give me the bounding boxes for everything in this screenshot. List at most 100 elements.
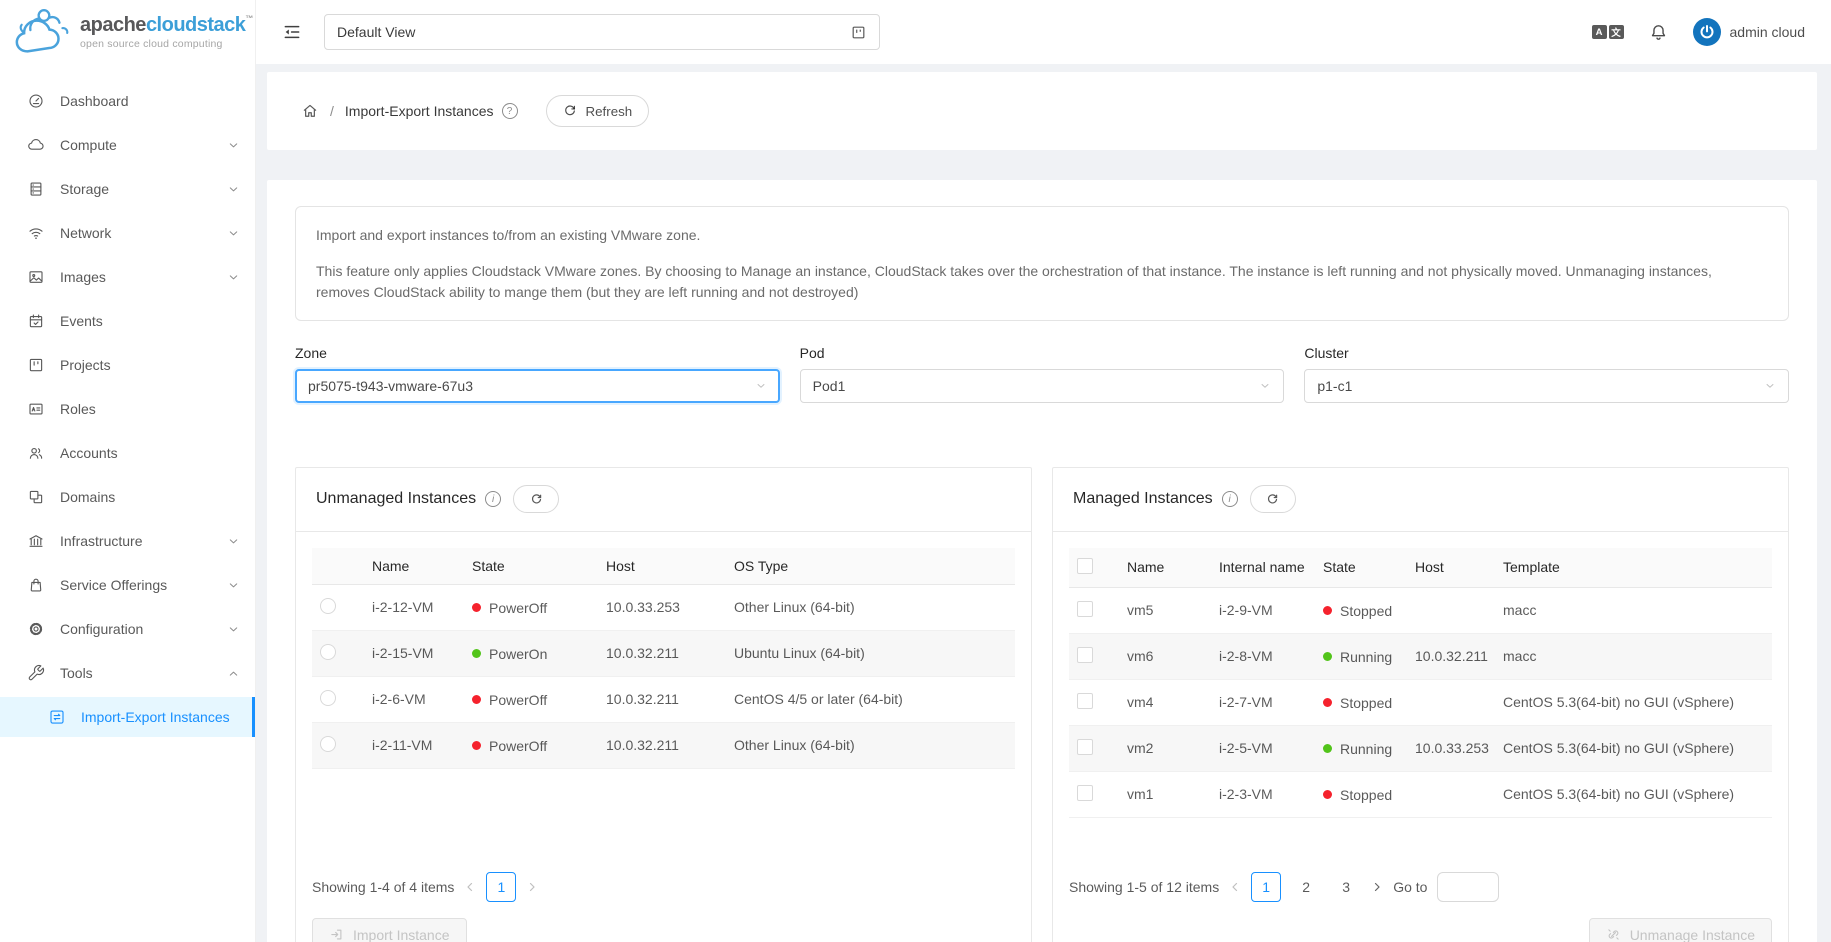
row-checkbox[interactable] [1077, 693, 1093, 709]
row-checkbox[interactable] [1077, 647, 1093, 663]
cell-template: CentOS 5.3(64-bit) no GUI (vSphere) [1495, 679, 1772, 725]
unmanaged-actions: Import Instance [296, 902, 1031, 942]
page-button-current[interactable]: 1 [486, 872, 516, 902]
row-select-cell [312, 630, 364, 676]
table-row[interactable]: i-2-12-VMPowerOff10.0.33.253Other Linux … [312, 584, 1015, 630]
chevron-down-icon [228, 536, 239, 547]
status-dot [1323, 698, 1332, 707]
sidebar-item-domains[interactable]: Domains [0, 477, 255, 517]
row-radio[interactable] [320, 598, 336, 614]
table-row[interactable]: vm1i-2-3-VMStoppedCentOS 5.3(64-bit) no … [1069, 771, 1772, 817]
table-row[interactable]: vm2i-2-5-VMRunning10.0.33.253CentOS 5.3(… [1069, 725, 1772, 771]
project-switch-icon[interactable] [850, 24, 867, 41]
cell-state: Running [1315, 725, 1407, 771]
pod-select[interactable]: Pod1 [800, 369, 1285, 403]
user-name: admin cloud [1730, 24, 1806, 40]
menu-fold-icon[interactable] [282, 22, 302, 42]
cell-name: vm2 [1119, 725, 1211, 771]
cell-internal-name: i-2-9-VM [1211, 587, 1315, 633]
chevron-down-icon [755, 380, 767, 392]
table-row[interactable]: i-2-11-VMPowerOff10.0.32.211Other Linux … [312, 722, 1015, 768]
row-checkbox[interactable] [1077, 739, 1093, 755]
table-row[interactable]: i-2-6-VMPowerOff10.0.32.211CentOS 4/5 or… [312, 676, 1015, 722]
sidebar-item-service-offerings[interactable]: Service Offerings [0, 565, 255, 605]
next-page-icon[interactable] [526, 881, 538, 893]
row-checkbox[interactable] [1077, 601, 1093, 617]
unmanaged-refresh-button[interactable] [513, 485, 559, 513]
sidebar-item-label: Accounts [60, 445, 118, 461]
view-select[interactable]: Default View [324, 14, 880, 50]
select-all-cell [1069, 548, 1119, 588]
import-instance-button[interactable]: Import Instance [312, 918, 467, 942]
cluster-select[interactable]: p1-c1 [1304, 369, 1789, 403]
sidebar-item-label: Import-Export Instances [81, 709, 230, 725]
next-page-icon[interactable] [1371, 881, 1383, 893]
page-button[interactable]: 2 [1291, 872, 1321, 902]
chevron-down-icon [228, 580, 239, 591]
calendar-icon [27, 312, 45, 330]
cell-host: 10.0.32.211 [1407, 633, 1495, 679]
table-row[interactable]: i-2-15-VMPowerOn10.0.32.211Ubuntu Linux … [312, 630, 1015, 676]
select-all-checkbox[interactable] [1077, 558, 1093, 574]
logo: apachecloudstack™ open source cloud comp… [0, 0, 255, 64]
row-radio[interactable] [320, 690, 336, 706]
info-icon[interactable]: i [485, 491, 501, 507]
sidebar-item-projects[interactable]: Projects [0, 345, 255, 385]
sidebar-item-tools[interactable]: Tools [0, 653, 255, 693]
pod-label: Pod [800, 345, 1285, 361]
zone-select[interactable]: pr5075-t943-vmware-67u3 [295, 369, 780, 403]
chevron-down-icon [228, 228, 239, 239]
sidebar-item-import-export-instances[interactable]: Import-Export Instances [0, 697, 255, 737]
cell-state: PowerOff [464, 676, 598, 722]
help-question-icon[interactable]: ? [502, 103, 518, 119]
table-row[interactable]: vm5i-2-9-VMStoppedmacc [1069, 587, 1772, 633]
user-menu[interactable]: admin cloud [1693, 18, 1806, 46]
translate-icon[interactable]: A 文 [1592, 25, 1624, 39]
managed-panel-header: Managed Instances i [1053, 468, 1788, 532]
sidebar-item-network[interactable]: Network [0, 213, 255, 253]
goto-page-input[interactable] [1437, 872, 1499, 902]
sidebar-item-compute[interactable]: Compute [0, 125, 255, 165]
page-button-current[interactable]: 1 [1251, 872, 1281, 902]
cell-host [1407, 679, 1495, 725]
refresh-button[interactable]: Refresh [546, 95, 650, 127]
unmanaged-pagination: Showing 1-4 of 4 items1 [296, 872, 1031, 902]
previous-page-icon[interactable] [464, 881, 476, 893]
home-icon[interactable] [301, 102, 319, 120]
column-header: Template [1495, 548, 1772, 588]
unmanage-instance-button[interactable]: Unmanage Instance [1589, 918, 1772, 942]
brand-secondary: cloudstack [146, 14, 245, 36]
page-button[interactable]: 3 [1331, 872, 1361, 902]
cell-host [1407, 587, 1495, 633]
cell-os-type: CentOS 4/5 or later (64-bit) [726, 676, 1015, 722]
table-row[interactable]: vm4i-2-7-VMStoppedCentOS 5.3(64-bit) no … [1069, 679, 1772, 725]
sidebar-item-accounts[interactable]: Accounts [0, 433, 255, 473]
previous-page-icon[interactable] [1229, 881, 1241, 893]
pod-filter: Pod Pod1 [800, 345, 1285, 403]
row-select-cell [1069, 679, 1119, 725]
sidebar-item-dashboard[interactable]: Dashboard [0, 81, 255, 121]
notifications-bell-icon[interactable] [1648, 22, 1669, 43]
column-header: State [1315, 548, 1407, 588]
table-row[interactable]: vm6i-2-8-VMRunning10.0.32.211macc [1069, 633, 1772, 679]
info-icon[interactable]: i [1222, 491, 1238, 507]
row-select-cell [1069, 771, 1119, 817]
instances-panels: Unmanaged Instances i NameStateHostOS Ty… [295, 467, 1789, 942]
breadcrumb-bar: / Import-Export Instances ? Refresh [267, 72, 1817, 150]
row-checkbox[interactable] [1077, 785, 1093, 801]
managed-refresh-button[interactable] [1250, 485, 1296, 513]
sidebar-item-storage[interactable]: Storage [0, 169, 255, 209]
refresh-label: Refresh [586, 104, 633, 119]
sidebar-item-events[interactable]: Events [0, 301, 255, 341]
sidebar-item-roles[interactable]: Roles [0, 389, 255, 429]
status-dot [472, 603, 481, 612]
row-radio[interactable] [320, 644, 336, 660]
sidebar-item-configuration[interactable]: Configuration [0, 609, 255, 649]
row-radio[interactable] [320, 736, 336, 752]
pagination-summary: Showing 1-5 of 12 items [1069, 879, 1219, 895]
sidebar-item-infrastructure[interactable]: Infrastructure [0, 521, 255, 561]
sidebar-item-images[interactable]: Images [0, 257, 255, 297]
cell-host: 10.0.32.211 [598, 722, 726, 768]
cell-state: Stopped [1315, 679, 1407, 725]
status-dot [1323, 606, 1332, 615]
